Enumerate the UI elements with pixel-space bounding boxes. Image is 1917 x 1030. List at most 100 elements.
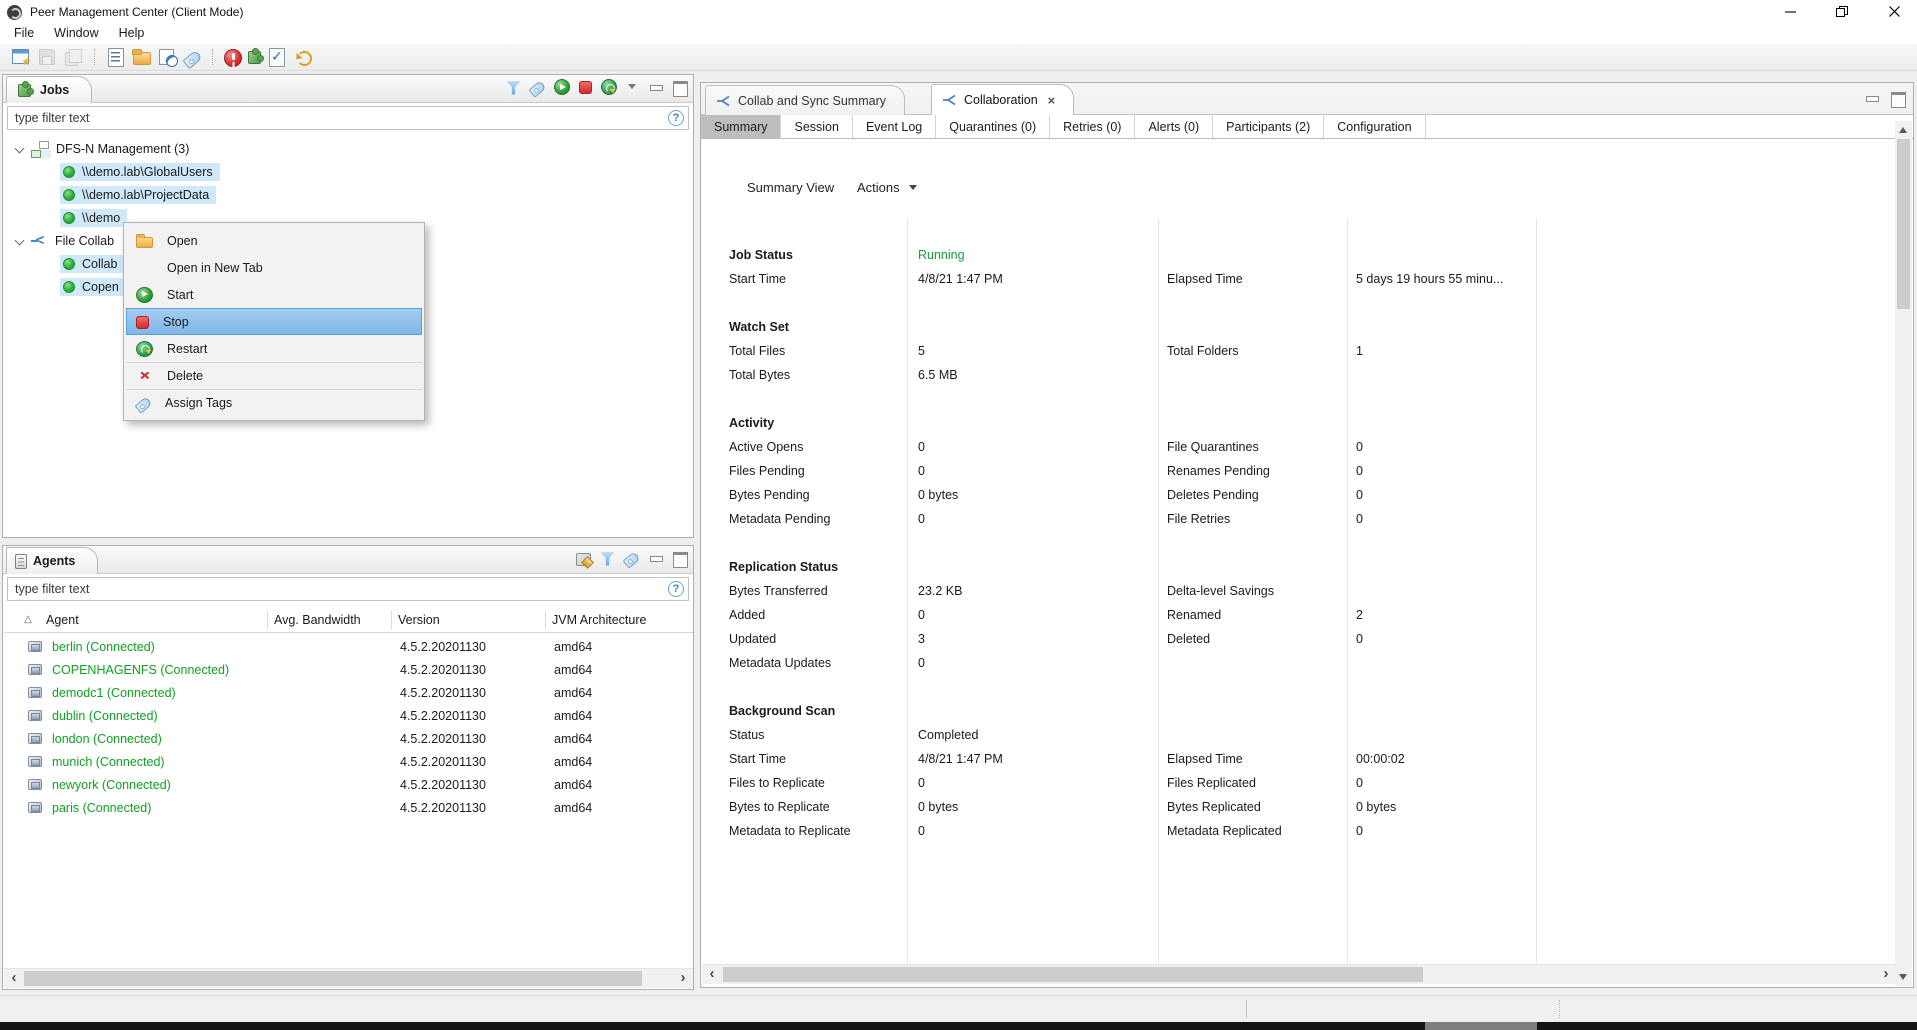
agent-row[interactable]: dublin (Connected) 4.5.2.20201130 amd64 (4, 705, 693, 728)
chevron-expand-icon[interactable] (12, 233, 28, 249)
scrollbar-thumb[interactable] (24, 971, 642, 986)
tab-summary[interactable]: Summary (701, 115, 781, 138)
scroll-left-icon[interactable]: ‹ (6, 969, 22, 988)
context-menu-item[interactable]: Open (126, 227, 422, 254)
alert-icon[interactable] (224, 49, 242, 67)
tab-alerts[interactable]: Alerts (0) (1135, 115, 1213, 138)
jobs-view-tab[interactable]: Jobs (6, 76, 92, 103)
column-header-agent[interactable]: Agent (46, 608, 79, 632)
folder-jobs-icon[interactable] (132, 47, 152, 67)
tree-item[interactable]: \\demo.lab\ProjectData (4, 183, 692, 206)
maximize-view-icon[interactable] (672, 79, 687, 95)
minimize-view-icon[interactable] (648, 550, 663, 566)
summary-row (726, 531, 1890, 555)
tab-quarantines[interactable]: Quarantines (0) (936, 115, 1050, 138)
scrollbar-thumb[interactable] (1897, 139, 1910, 309)
column-header-avg-bandwidth[interactable]: Avg. Bandwidth (274, 608, 361, 632)
agent-row[interactable]: berlin (Connected) 4.5.2.20201130 amd64 (4, 636, 693, 659)
puzzle-icon (18, 84, 31, 97)
new-job-icon[interactable] (11, 47, 31, 67)
stop-icon[interactable] (579, 81, 592, 94)
copy-icon[interactable] (63, 47, 83, 67)
tab-participants[interactable]: Participants (2) (1213, 115, 1324, 138)
scroll-up-icon[interactable] (1899, 127, 1907, 133)
edit-agent-icon[interactable] (576, 553, 591, 566)
agent-machine-icon (28, 664, 42, 675)
agent-row[interactable]: COPENHAGENFS (Connected) 4.5.2.20201130 … (4, 659, 693, 682)
summary-view-label: Summary View (747, 180, 834, 195)
agent-row[interactable]: paris (Connected) 4.5.2.20201130 amd64 (4, 797, 693, 820)
summary-label: Bytes Replicated (1167, 795, 1261, 819)
scroll-left-icon[interactable]: ‹ (704, 965, 720, 984)
tab-close-icon[interactable]: × (1048, 93, 1056, 108)
tab-event-log[interactable]: Event Log (853, 115, 936, 138)
context-menu-item[interactable]: Assign Tags (126, 389, 422, 416)
agent-row[interactable]: london (Connected) 4.5.2.20201130 amd64 (4, 728, 693, 751)
collab-branch-icon (942, 93, 957, 107)
menu-item[interactable]: File (4, 24, 44, 44)
tab-configuration[interactable]: Configuration (1324, 115, 1425, 138)
agents-filter-input[interactable] (15, 582, 668, 596)
tree-item[interactable]: DFS-N Management (3) (4, 137, 692, 160)
minimize-view-icon[interactable] (648, 79, 663, 95)
menu-item[interactable]: Help (109, 24, 155, 44)
help-icon[interactable] (668, 581, 684, 597)
scrollbar-thumb[interactable] (723, 967, 1423, 982)
actions-dropdown[interactable]: Actions (851, 177, 923, 198)
context-menu-item[interactable]: Restart (126, 335, 422, 362)
scroll-right-icon[interactable]: › (675, 969, 691, 988)
context-menu-item-label: Stop (163, 315, 189, 329)
summary-label: Added (729, 603, 765, 627)
start-icon[interactable] (554, 79, 570, 95)
context-menu-item[interactable]: Stop (126, 308, 422, 335)
menu-item[interactable]: Window (44, 24, 108, 44)
tag-icon[interactable] (529, 80, 547, 97)
agent-row[interactable]: munich (Connected) 4.5.2.20201130 amd64 (4, 751, 693, 774)
refresh-icon[interactable] (293, 48, 312, 67)
context-menu-item[interactable]: Start (126, 281, 422, 308)
help-icon[interactable] (668, 110, 684, 126)
sort-ascending-icon[interactable] (20, 612, 36, 628)
agents-view-tab[interactable]: Agents (6, 547, 98, 574)
agents-horizontal-scrollbar[interactable]: ‹ › (4, 968, 693, 988)
tree-item[interactable]: \\demo.lab\GlobalUsers (4, 160, 692, 183)
schedule-icon[interactable] (158, 47, 178, 67)
restart-icon[interactable] (601, 79, 617, 95)
scroll-right-icon[interactable]: › (1878, 965, 1894, 984)
filter-icon[interactable] (506, 81, 521, 95)
checklist-icon[interactable] (267, 47, 287, 67)
chevron-expand-icon[interactable] (12, 141, 28, 157)
maximize-view-icon[interactable] (672, 550, 687, 566)
folder-open-icon (136, 237, 153, 248)
minimize-view-icon[interactable] (1864, 90, 1879, 106)
tab-session[interactable]: Session (781, 115, 852, 138)
filter-icon[interactable] (600, 552, 615, 566)
tag-large-icon[interactable] (182, 49, 202, 68)
column-header-jvm-architecture[interactable]: JVM Architecture (552, 608, 646, 632)
window-close-button[interactable] (1883, 1, 1905, 21)
agent-row[interactable]: demodc1 (Connected) 4.5.2.20201130 amd64 (4, 682, 693, 705)
save-icon[interactable] (37, 47, 57, 67)
context-menu-item[interactable]: Delete (126, 362, 422, 389)
properties-icon[interactable] (106, 47, 126, 67)
scroll-down-icon[interactable] (1899, 974, 1907, 980)
context-menu-item[interactable]: Open in New Tab (126, 254, 422, 281)
window-restore-button[interactable] (1831, 1, 1853, 21)
agent-row[interactable]: newyork (Connected) 4.5.2.20201130 amd64 (4, 774, 693, 797)
tree-item-label: \\demo.lab\GlobalUsers (82, 165, 213, 179)
editor-tab-collaboration[interactable]: Collaboration × (931, 84, 1074, 115)
jobs-filter-input[interactable] (15, 111, 668, 125)
window-minimize-button[interactable] (1779, 1, 1801, 21)
view-menu-chevron-icon[interactable] (626, 79, 639, 95)
summary-value: 0 (918, 459, 925, 483)
tab-retries[interactable]: Retries (0) (1050, 115, 1135, 138)
editor-vertical-scrollbar[interactable] (1895, 121, 1912, 986)
puzzle-icon[interactable] (248, 51, 261, 64)
editor-tab-collab-and-sync-summary[interactable]: Collab and Sync Summary (705, 85, 905, 115)
maximize-view-icon[interactable] (1890, 90, 1905, 106)
agent-version: 4.5.2.20201130 (400, 774, 486, 797)
column-header-version[interactable]: Version (398, 608, 440, 632)
editor-horizontal-scrollbar[interactable]: ‹ › (702, 964, 1896, 984)
summary-value: 2 (1356, 603, 1363, 627)
tag-icon[interactable] (623, 551, 641, 568)
